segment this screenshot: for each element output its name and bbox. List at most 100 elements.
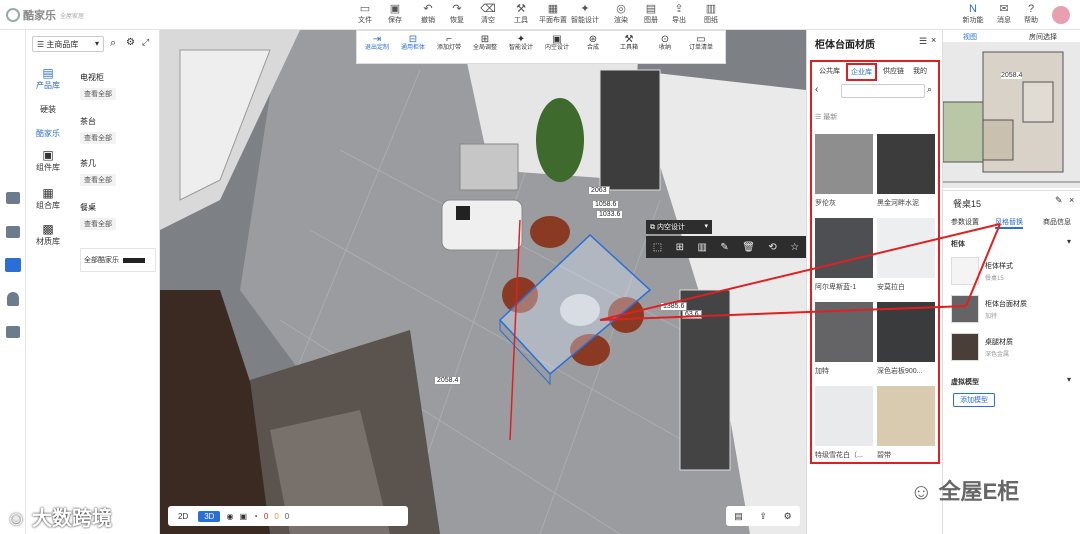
- tab-view[interactable]: 视图: [963, 32, 977, 42]
- product-thumb: [123, 257, 145, 263]
- chevron-down-icon[interactable]: ▾: [1067, 237, 1071, 246]
- category-product[interactable]: ▤ 产品库: [26, 66, 70, 91]
- library-select[interactable]: ☰ 主商品库 ▾: [32, 36, 104, 52]
- compass-icon[interactable]: ◔: [253, 512, 258, 521]
- edit-icon[interactable]: ✎: [1055, 195, 1063, 206]
- category-group[interactable]: ▦ 组合库: [26, 186, 70, 211]
- share-icon[interactable]: ⇪: [759, 511, 767, 522]
- favorite-icon[interactable]: ☆: [790, 242, 799, 253]
- list-icon[interactable]: ☰: [919, 36, 927, 47]
- app-logo[interactable]: 酷家乐 全屋家居: [6, 6, 84, 24]
- cube-icon[interactable]: ▣: [239, 512, 247, 521]
- view-2d-button[interactable]: 2D: [174, 511, 192, 522]
- subtool-button[interactable]: ⇥ 退出定制: [359, 35, 395, 53]
- error-count[interactable]: 0: [264, 512, 268, 521]
- toolbar-file-button[interactable]: ▭ 文件: [352, 2, 378, 28]
- context-menu-header[interactable]: ⧉ 内空设计 ▾: [646, 220, 712, 234]
- subtool-button[interactable]: ⊛ 合成: [575, 35, 611, 53]
- search-icon[interactable]: ⌕: [927, 84, 932, 95]
- material-tile[interactable]: [815, 386, 873, 446]
- tab-style-replace[interactable]: 风格替换: [995, 217, 1023, 229]
- subtool-button[interactable]: ⊞ 全局调整: [467, 35, 503, 53]
- tab-room-select[interactable]: 房间选择: [1029, 32, 1057, 42]
- add-icon[interactable]: ⊞: [676, 242, 684, 253]
- camera-icon[interactable]: ⚙: [784, 511, 792, 522]
- category-hard[interactable]: 硬装: [26, 104, 70, 115]
- row-thumbnail[interactable]: [951, 257, 979, 285]
- material-tile[interactable]: [877, 386, 935, 446]
- minimap[interactable]: 2058.4: [943, 42, 1080, 188]
- settings-icon[interactable]: ⚙: [126, 37, 135, 48]
- subtool-button[interactable]: ⌐ 添加灯带: [431, 35, 467, 53]
- avatar[interactable]: [1052, 6, 1070, 24]
- view-3d-button[interactable]: 3D: [198, 510, 221, 522]
- toolbar-smart-design-button[interactable]: ✦ 智能设计: [571, 2, 599, 28]
- rail-list-icon[interactable]: [6, 326, 20, 338]
- view-all-button[interactable]: 查看全部: [80, 88, 116, 100]
- tab-params[interactable]: 参数设置: [951, 217, 979, 227]
- tab-public[interactable]: 公共库: [819, 66, 840, 76]
- material-tile[interactable]: [815, 302, 873, 362]
- rail-crown-icon[interactable]: [6, 226, 20, 238]
- add-model-button[interactable]: 添加模型: [953, 393, 995, 407]
- chevron-down-icon[interactable]: ▾: [1067, 375, 1071, 384]
- subtool-button[interactable]: ▭ 订单清单: [683, 35, 719, 53]
- chevron-down-icon: ▾: [94, 39, 99, 48]
- subtool-button[interactable]: ⚒ 工具箱: [611, 35, 647, 53]
- toolbar-floorplan-button[interactable]: ▦ 平面布置: [539, 2, 567, 28]
- tab-supply[interactable]: 供应链: [883, 66, 904, 76]
- rotate-icon[interactable]: ⟲: [768, 242, 776, 253]
- view-all-button[interactable]: 查看全部: [80, 132, 116, 144]
- new-feature-button[interactable]: N 新功能: [960, 2, 986, 28]
- render-icon: ◎: [616, 3, 626, 15]
- paint-icon[interactable]: ✎: [720, 242, 728, 253]
- product-card[interactable]: 全部酷家乐: [80, 248, 156, 272]
- help-button[interactable]: ? 帮助: [1018, 2, 1044, 28]
- layers-icon[interactable]: ▤: [734, 511, 743, 522]
- toolbar-tool-button[interactable]: ⚒ 工具: [508, 2, 534, 28]
- select-icon[interactable]: ⬚: [653, 242, 662, 253]
- tab-enterprise[interactable]: 企业库: [846, 63, 877, 81]
- rail-model-icon[interactable]: [5, 258, 21, 272]
- material-name: 黑金河畔水泥: [877, 200, 919, 207]
- rail-home-icon[interactable]: [6, 192, 20, 204]
- info-count[interactable]: 0: [285, 512, 289, 521]
- subtool-button[interactable]: ⊙ 收纳: [647, 35, 683, 53]
- toolbar-export-button[interactable]: ⇪ 导出: [666, 2, 692, 28]
- toolbar-redo-button[interactable]: ↷ 恢复: [444, 2, 470, 28]
- tab-product-info[interactable]: 商品信息: [1043, 217, 1071, 227]
- delete-icon[interactable]: 🗑: [742, 242, 755, 253]
- category-component[interactable]: ▣ 组件库: [26, 148, 70, 173]
- search-icon[interactable]: ⌕: [110, 37, 116, 50]
- eye-icon[interactable]: ◉: [226, 512, 233, 521]
- view-all-button[interactable]: 查看全部: [80, 174, 116, 186]
- back-icon[interactable]: ‹: [815, 84, 818, 95]
- toolbar-render-button[interactable]: ◎ 渲染: [608, 2, 634, 28]
- material-tile[interactable]: [877, 218, 935, 278]
- toolbar-save-button[interactable]: ▣ 保存: [382, 2, 408, 28]
- subtool-button[interactable]: ✦ 智能设计: [503, 35, 539, 53]
- subtool-button[interactable]: ▣ 内空设计: [539, 35, 575, 53]
- 3d-viewport[interactable]: 2063 1058.6 1033.6 1385.6 63.6 2058.4 ⇥ 退…: [160, 30, 806, 534]
- material-tile[interactable]: [815, 134, 873, 194]
- expand-icon[interactable]: ⤢: [142, 37, 149, 48]
- close-icon[interactable]: ×: [1069, 195, 1074, 205]
- align-icon[interactable]: ▥: [697, 242, 706, 253]
- category-kujiale[interactable]: 酷家乐: [26, 128, 70, 139]
- material-search-input[interactable]: [841, 84, 925, 98]
- tab-mine[interactable]: 我的: [913, 66, 927, 76]
- toolbar-drawing-button[interactable]: ▥ 图纸: [698, 2, 724, 28]
- view-all-button[interactable]: 查看全部: [80, 218, 116, 230]
- row-thumbnail[interactable]: [951, 333, 979, 361]
- material-tile[interactable]: [877, 134, 935, 194]
- category-material[interactable]: ▩ 材质库: [26, 222, 70, 247]
- warning-count[interactable]: 0: [274, 512, 278, 521]
- rail-user-icon[interactable]: [7, 292, 19, 306]
- material-tile[interactable]: [815, 218, 873, 278]
- material-tile[interactable]: [877, 302, 935, 362]
- row-thumbnail[interactable]: [951, 295, 979, 323]
- subtool-icon: ▭: [696, 34, 706, 45]
- close-icon[interactable]: ×: [931, 35, 936, 45]
- subtool-button[interactable]: ⊟ 通用柜体: [395, 35, 431, 53]
- toolbar-clear-button[interactable]: ⌫ 清空: [475, 2, 501, 28]
